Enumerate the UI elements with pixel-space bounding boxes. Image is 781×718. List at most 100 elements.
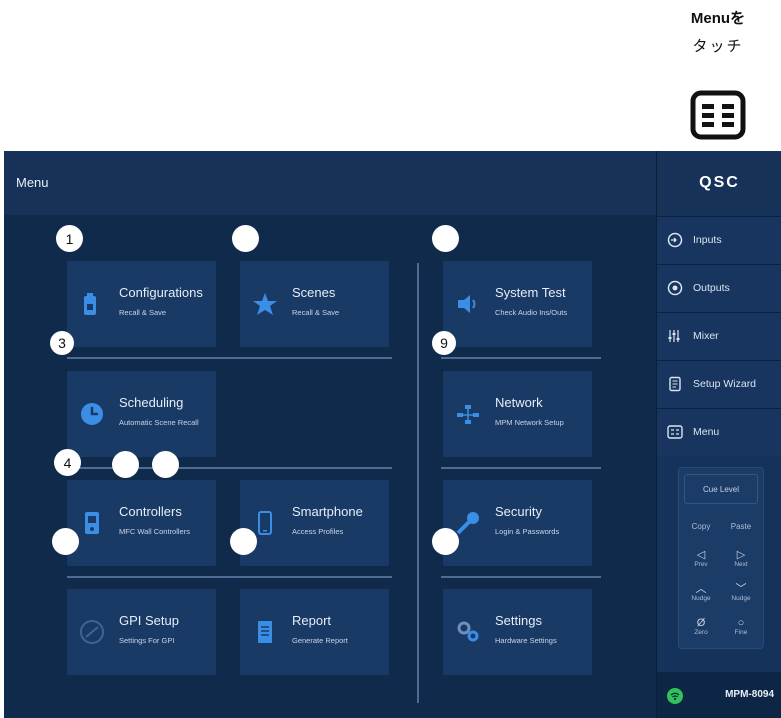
tile-subtitle: Check Audio Ins/Outs [495,308,568,317]
callout-marker [432,528,459,555]
tile-subtitle: MPM Network Setup [495,418,564,427]
network-icon [457,405,479,424]
tile-subtitle: Access Profiles [292,527,344,536]
callout-4: 4 [54,449,81,476]
callout-marker [230,528,257,555]
output-icon [667,280,683,296]
row-divider [441,467,601,469]
tile-scenes[interactable]: Scenes Recall & Save [240,261,389,347]
wizard-icon [669,376,681,392]
tile-subtitle: Recall & Save [119,308,167,317]
zero-label: Zero [694,629,708,636]
next-button[interactable]: ▷ Next [723,546,759,576]
copy-button[interactable]: Copy [683,512,719,542]
sidebar-item-inputs[interactable]: Inputs [657,216,781,264]
tile-title: Configurations [119,285,203,300]
callout-marker [112,451,139,478]
instruction-line-2: タッチ [692,38,744,55]
wifi-icon [667,688,683,704]
callout-3: 3 [50,331,74,355]
nudge-up-button[interactable]: ︿ Nudge [683,580,719,610]
tile-subtitle: Automatic Scene Recall [119,418,199,427]
nudge-down-button[interactable]: ﹀ Nudge [723,580,759,610]
sidebar-item-mixer[interactable]: Mixer [657,312,781,360]
callout-marker [52,528,79,555]
instruction-line-1: Menuを [690,10,746,27]
gears-icon [457,621,479,642]
sidebar-item-label: Setup Wizard [693,378,757,390]
sidebar-item-outputs[interactable]: Outputs [657,264,781,312]
gpi-icon [80,620,104,644]
tile-report[interactable]: Report Generate Report [240,589,389,675]
tile-title: Network [495,395,543,410]
fine-button[interactable]: ○ Fine [723,614,759,644]
wall-controller-icon [85,512,99,534]
tile-controllers[interactable]: Controllers MFC Wall Controllers [67,480,216,566]
tile-subtitle: Login & Passwords [495,527,560,536]
instruction: Menuを タッチ [673,6,763,140]
sidebar-item-setup-wizard[interactable]: Setup Wizard [657,360,781,408]
smartphone-icon [258,511,272,535]
tile-subtitle: Settings For GPI [119,636,175,645]
battery-icon [84,293,96,315]
star-icon [253,293,277,315]
column-divider [417,263,419,703]
device-screen: Menu Configurations Recall & Save Scenes… [4,151,781,718]
tile-security[interactable]: Security Login & Passwords [443,480,592,566]
sidebar: QSC Inputs Outputs Mixer Setup Wizard Me… [656,151,781,718]
callout-marker [152,451,179,478]
tile-title: Scenes [292,285,336,300]
document-icon [258,621,272,643]
device-model: MPM-8094 [725,689,774,700]
tile-subtitle: Generate Report [292,636,348,645]
mixer-icon [668,330,680,342]
tile-title: Report [292,613,332,628]
page-title: Menu [16,175,49,190]
tile-smartphone[interactable]: Smartphone Access Profiles [240,480,389,566]
tile-title: System Test [495,285,566,300]
sidebar-item-label: Inputs [693,234,722,246]
speaker-icon [458,295,476,313]
tile-settings[interactable]: Settings Hardware Settings [443,589,592,675]
cue-control-pad: Cue Level Copy Paste ◁ Prev ▷ Next ︿ Nud… [678,467,764,649]
zero-icon: Ø [696,617,706,629]
tile-subtitle: Hardware Settings [495,636,557,645]
tile-subtitle: Recall & Save [292,308,340,317]
callout-marker [432,225,459,252]
status-bar: MPM-8094 [657,672,781,718]
prev-button[interactable]: ◁ Prev [683,546,719,576]
left-arrow-icon: ◁ [696,549,706,561]
nudge-down-label: Nudge [731,595,751,602]
tile-title: Security [495,504,542,519]
copy-label: Copy [691,522,711,531]
tile-network[interactable]: Network MPM Network Setup [443,371,592,457]
input-icon [667,232,683,248]
cue-level-button[interactable]: Cue Level [684,474,758,504]
paste-label: Paste [730,522,752,531]
callout-marker [232,225,259,252]
sidebar-item-menu[interactable]: Menu [657,408,781,456]
next-label: Next [734,561,748,568]
fine-label: Fine [734,629,748,636]
right-arrow-icon: ▷ [736,549,746,561]
top-bar: Menu [4,151,656,215]
clock-icon [81,403,103,425]
paste-button[interactable]: Paste [723,512,759,542]
sidebar-item-label: Outputs [693,282,730,294]
tile-title: Settings [495,613,542,628]
tile-title: Controllers [119,504,182,519]
tile-configurations[interactable]: Configurations Recall & Save [67,261,216,347]
tile-system-test[interactable]: System Test Check Audio Ins/Outs [443,261,592,347]
tile-gpi-setup[interactable]: GPI Setup Settings For GPI [67,589,216,675]
tile-title: Scheduling [119,395,184,410]
menu-icon [690,90,746,140]
callout-9: 9 [432,331,456,355]
tile-subtitle: MFC Wall Controllers [119,527,190,536]
tile-title: GPI Setup [119,613,179,628]
tile-scheduling[interactable]: Scheduling Automatic Scene Recall [67,371,216,457]
zero-button[interactable]: Ø Zero [683,614,719,644]
row-divider [67,576,392,578]
row-divider [67,357,392,359]
chevron-down-icon: ﹀ [735,583,747,595]
sidebar-item-label: Mixer [693,330,719,342]
